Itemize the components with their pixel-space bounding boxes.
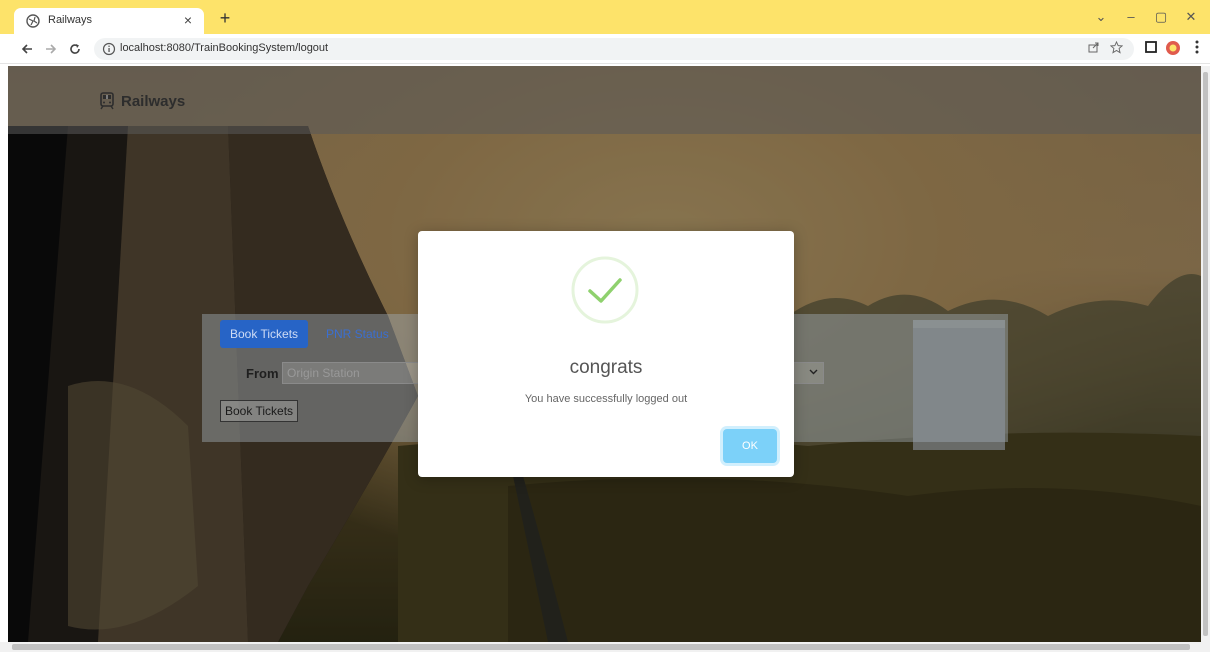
address-bar[interactable]: localhost:8080/TrainBookingSystem/logout (94, 38, 1134, 60)
maximize-button[interactable]: ▢ (1150, 8, 1172, 26)
vertical-scroll-thumb[interactable] (1203, 72, 1208, 636)
menu-icon[interactable] (1188, 40, 1206, 58)
tab-close-button[interactable]: × (184, 11, 192, 29)
tab-search-button[interactable]: ⌄ (1090, 8, 1112, 26)
book-tickets-button[interactable]: Book Tickets (220, 400, 299, 422)
success-check-icon (571, 256, 639, 324)
browser-toolbar: localhost:8080/TrainBookingSystem/logout (0, 34, 1210, 64)
site-header: Railways (8, 66, 1201, 134)
close-window-button[interactable]: ✕ (1180, 8, 1202, 26)
tab-title: Railways (48, 14, 93, 26)
from-label: From (246, 366, 279, 381)
train-icon (100, 92, 114, 110)
globe-icon (26, 14, 40, 28)
back-icon[interactable] (16, 38, 38, 60)
share-icon[interactable] (1086, 41, 1102, 57)
new-tab-button[interactable]: + (214, 8, 236, 28)
star-icon[interactable] (1108, 40, 1124, 57)
info-icon[interactable] (102, 42, 116, 56)
browser-tabstrip: Railways × + ⌄ – ▢ ✕ (0, 0, 1210, 34)
horizontal-scrollbar[interactable] (0, 642, 1210, 652)
modal-message: You have successfully logged out (524, 393, 688, 405)
tab-book-tickets[interactable]: Book Tickets (220, 320, 309, 348)
vertical-scrollbar[interactable] (1201, 66, 1210, 642)
sidepanel-icon[interactable] (1142, 40, 1160, 58)
reload-icon[interactable] (64, 38, 86, 60)
minimize-button[interactable]: – (1120, 8, 1142, 26)
success-modal: congrats You have successfully logged ou… (418, 231, 794, 477)
chevron-down-icon (809, 367, 818, 379)
url-text[interactable]: localhost:8080/TrainBookingSystem/logout (120, 42, 328, 54)
horizontal-scroll-thumb[interactable] (12, 644, 1190, 650)
ok-button[interactable]: OK (723, 429, 777, 463)
extension-icon[interactable] (1164, 40, 1182, 58)
brand-name: Railways (121, 92, 186, 110)
brand[interactable]: Railways (98, 92, 185, 110)
station-select[interactable] (792, 362, 824, 384)
modal-title: congrats (569, 357, 643, 378)
tab-pnr-status[interactable]: PNR Status (316, 320, 399, 348)
forward-icon[interactable] (40, 38, 62, 60)
browser-tab[interactable]: Railways × (14, 8, 204, 34)
